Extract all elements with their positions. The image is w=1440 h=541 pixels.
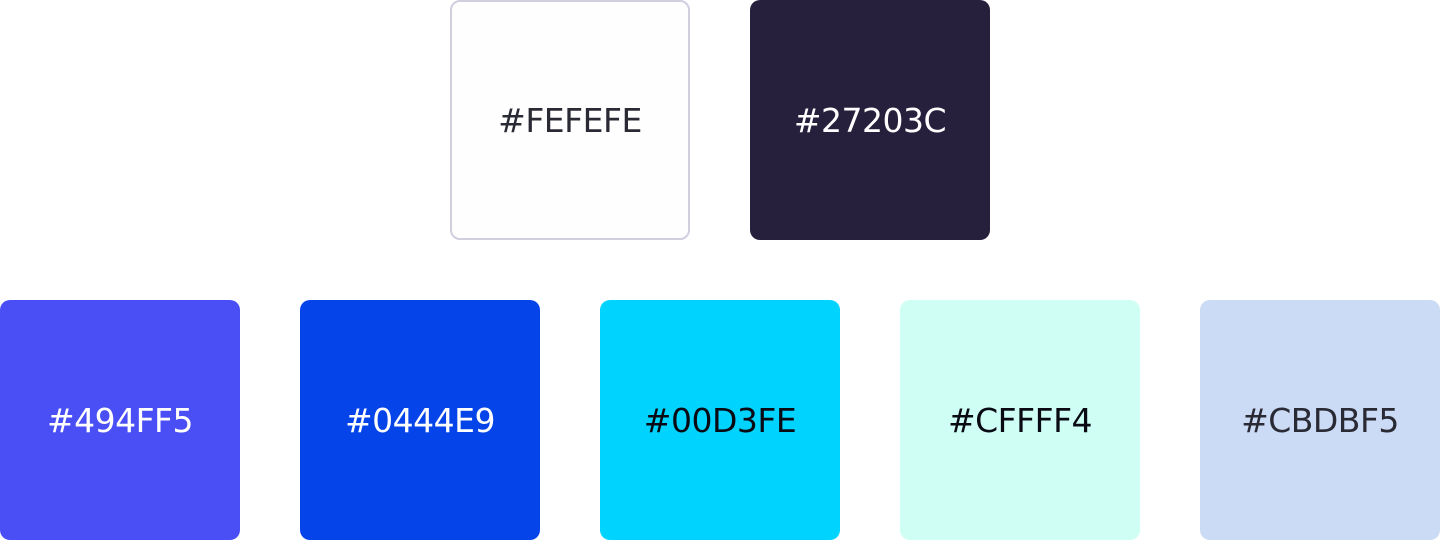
swatch-27203c: #27203C — [750, 0, 990, 240]
swatch-cffff4: #CFFFF4 — [900, 300, 1140, 540]
swatch-494ff5: #494FF5 — [0, 300, 240, 540]
swatch-label: #0444E9 — [345, 400, 495, 440]
swatch-fefefe: #FEFEFE — [450, 0, 690, 240]
swatch-cbdbf5: #CBDBF5 — [1200, 300, 1440, 540]
swatch-label: #27203C — [793, 100, 947, 140]
swatch-label: #FEFEFE — [498, 100, 642, 140]
swatch-00d3fe: #00D3FE — [600, 300, 840, 540]
swatch-label: #CBDBF5 — [1241, 400, 1399, 440]
swatch-label: #CFFFF4 — [947, 400, 1093, 440]
swatch-0444e9: #0444E9 — [300, 300, 540, 540]
swatch-label: #00D3FE — [643, 400, 797, 440]
swatch-label: #494FF5 — [46, 400, 194, 440]
